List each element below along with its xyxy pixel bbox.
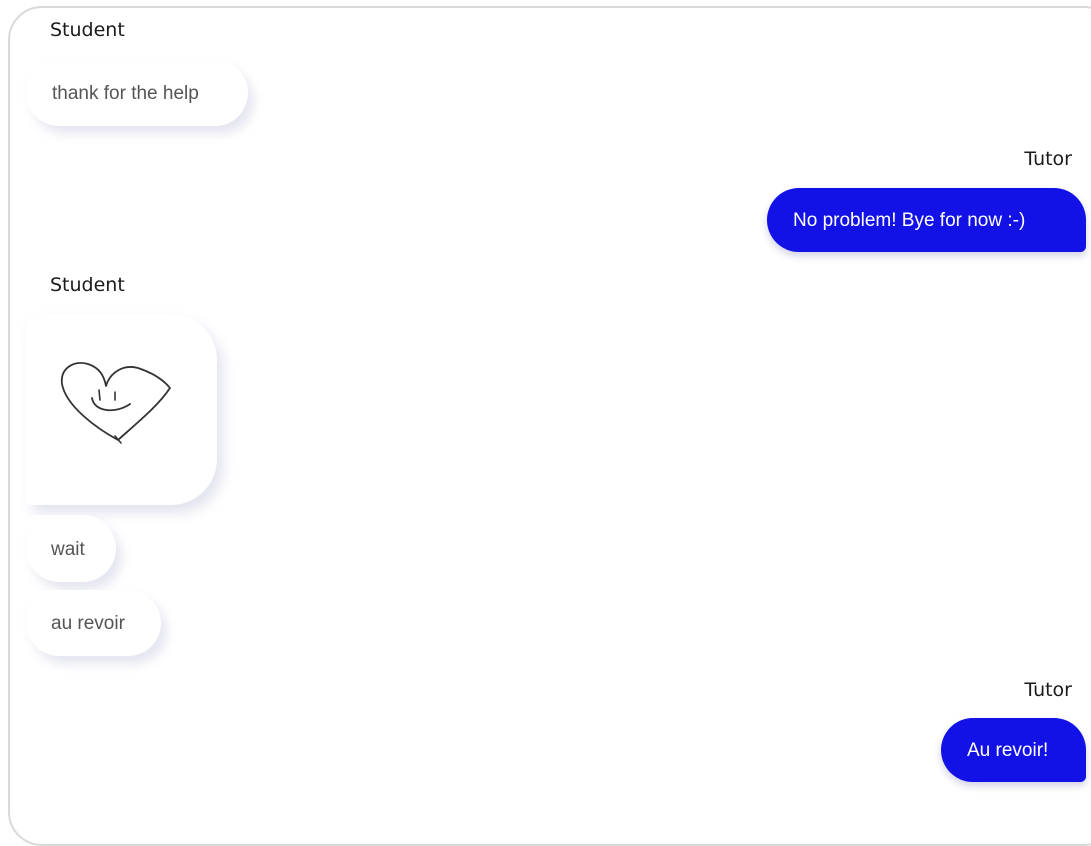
message-text: thank for the help xyxy=(52,83,199,104)
drawing-attachment[interactable] xyxy=(26,314,217,505)
student-message-bubble: au revoir xyxy=(26,590,161,656)
heart-drawing-icon xyxy=(61,362,171,444)
tutor-message-bubble: No problem! Bye for now :-) xyxy=(767,188,1086,252)
message-text: No problem! Bye for now :-) xyxy=(793,210,1026,231)
sender-label-tutor: Tutor xyxy=(1024,148,1072,170)
message-text: au revoir xyxy=(51,613,125,634)
message-text: wait xyxy=(51,539,85,560)
student-message-bubble: wait xyxy=(26,515,116,582)
sender-label-tutor: Tutor xyxy=(1024,679,1072,701)
sender-label-student: Student xyxy=(50,19,125,41)
message-text: Au revoir! xyxy=(967,740,1049,761)
tutor-message-bubble: Au revoir! xyxy=(941,718,1086,782)
student-message-bubble: thank for the help xyxy=(26,60,248,126)
sender-label-student: Student xyxy=(50,274,125,296)
